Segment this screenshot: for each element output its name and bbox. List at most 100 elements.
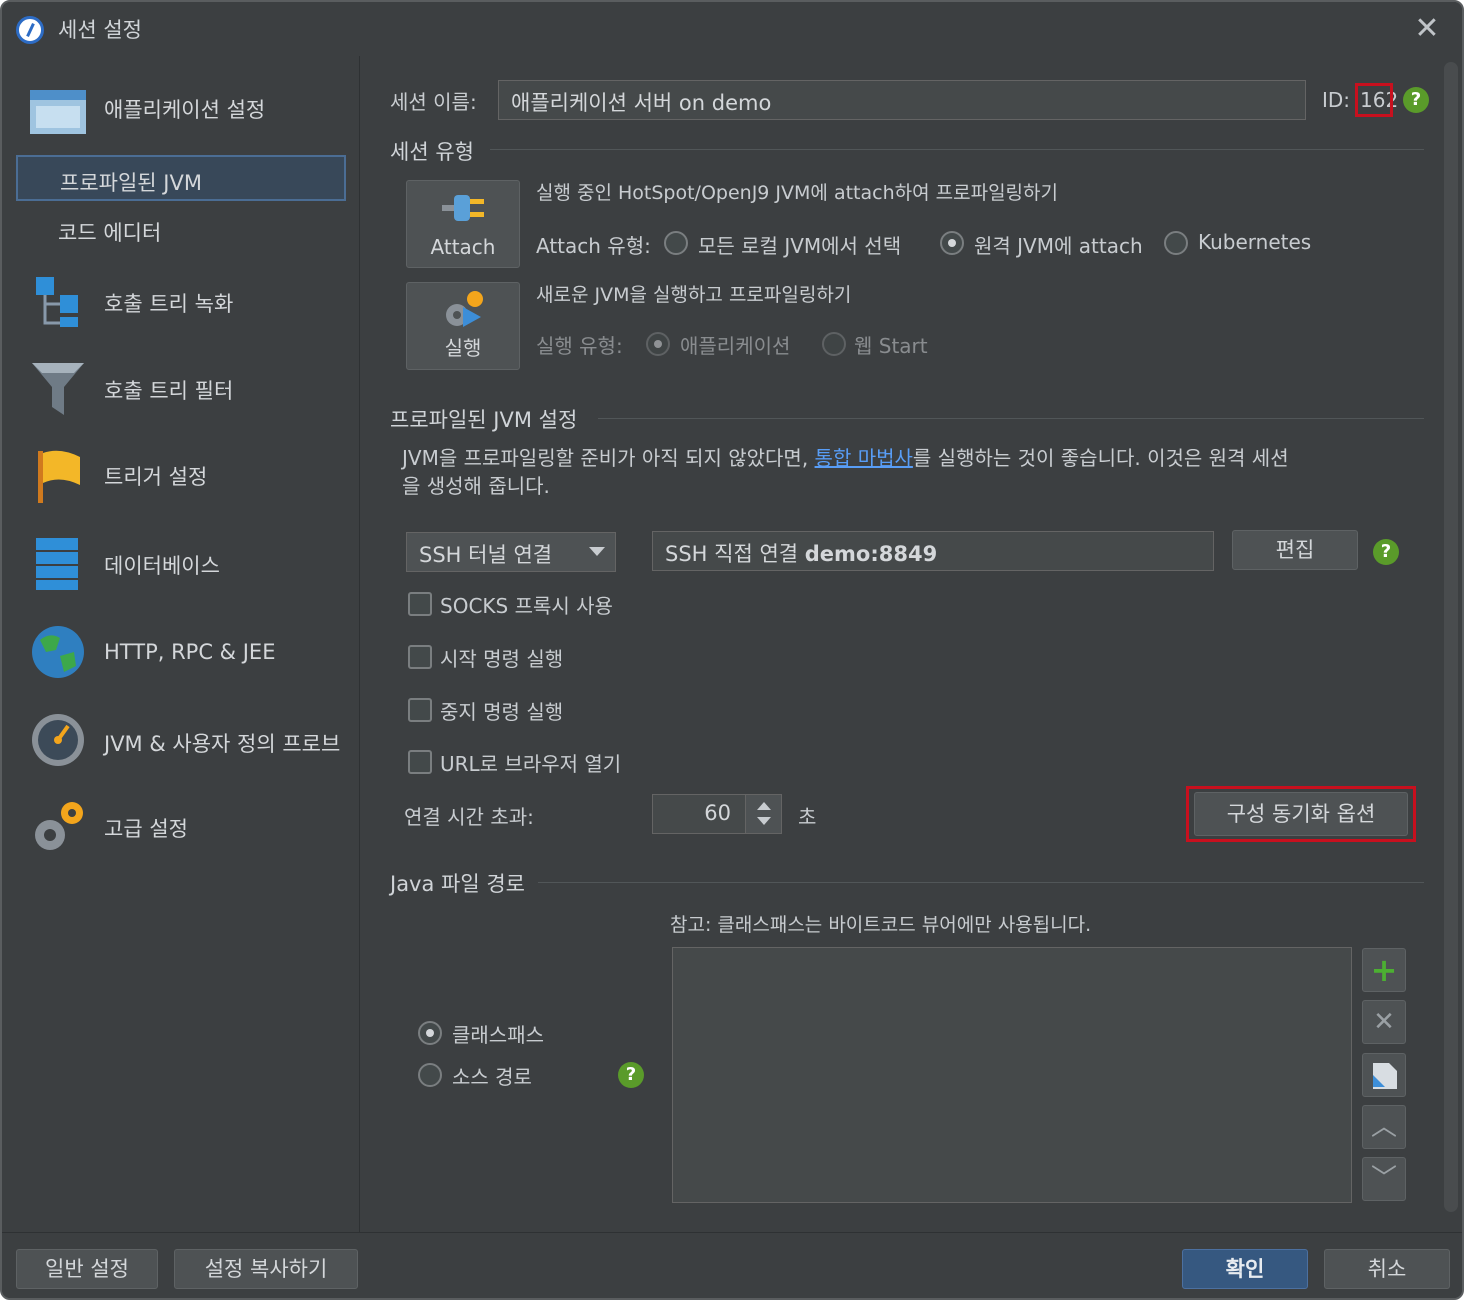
profiled-jvm-header: 프로파일된 JVM 설정	[390, 408, 578, 432]
radio-label: 원격 JVM에 attach	[974, 234, 1143, 258]
run-description: 새로운 JVM을 실행하고 프로파일링하기	[536, 284, 852, 306]
sidebar-item-advanced-settings[interactable]: 고급 설정	[2, 791, 360, 861]
socks-proxy-checkbox[interactable]	[408, 592, 432, 616]
checkbox-label: URL로 브라우저 열기	[440, 752, 622, 776]
radio-remote-jvm[interactable]	[940, 231, 964, 255]
checkbox-label: 시작 명령 실행	[440, 647, 564, 671]
sidebar-item-application-settings[interactable]: 애플리케이션 설정	[2, 76, 360, 146]
timeout-label: 연결 시간 초과:	[404, 805, 534, 829]
stop-command-checkbox[interactable]	[408, 698, 432, 722]
radio-label: 클래스패스	[452, 1023, 544, 1047]
help-icon[interactable]: ?	[1373, 539, 1399, 565]
edit-button[interactable]: 편집	[1232, 530, 1358, 570]
radio-label: 모든 로컬 JVM에서 선택	[698, 234, 902, 258]
connection-type-select[interactable]: SSH 터널 연결	[406, 532, 616, 572]
divider	[598, 418, 1424, 419]
path-list[interactable]	[672, 947, 1352, 1203]
radio-application	[646, 332, 670, 356]
title-bar: 세션 설정 ✕	[2, 2, 1462, 56]
sidebar-item-profiled-jvm[interactable]: 프로파일된 JVM	[16, 155, 346, 201]
sidebar-item-label: 호출 트리 녹화	[104, 292, 234, 316]
database-icon	[36, 538, 78, 590]
run-button-label: 실행	[444, 336, 482, 360]
radio-kubernetes[interactable]	[1164, 231, 1188, 255]
move-down-icon[interactable]: ﹀	[1362, 1157, 1406, 1201]
java-path-header: Java 파일 경로	[390, 872, 525, 896]
checkbox-label: SOCKS 프록시 사용	[440, 594, 613, 618]
globe-icon	[32, 626, 84, 678]
divider	[538, 882, 1424, 883]
sidebar-item-label: 트리거 설정	[104, 465, 208, 489]
window-title: 세션 설정	[58, 18, 142, 42]
attach-type-label: Attach 유형:	[536, 234, 651, 258]
edit-file-icon[interactable]	[1362, 1053, 1406, 1097]
sidebar-item-trigger-settings[interactable]: 트리거 설정	[2, 441, 360, 511]
connection-host: demo:8849	[804, 542, 938, 566]
app-window-icon	[30, 90, 86, 134]
config-sync-options-button[interactable]: 구성 동기화 옵션	[1194, 792, 1408, 836]
sidebar-item-label: 호출 트리 필터	[104, 379, 234, 403]
divider	[490, 149, 1424, 150]
sidebar-item-label: 프로파일된 JVM	[60, 171, 202, 195]
sidebar-item-label: 고급 설정	[104, 817, 188, 841]
session-id-label: ID:	[1322, 88, 1351, 112]
session-settings-dialog: 세션 설정 ✕ 애플리케이션 설정 프로파일된 JVM 코드 에디터 호출 트리…	[0, 0, 1464, 1300]
help-icon[interactable]: ?	[618, 1062, 644, 1088]
filter-icon	[32, 363, 84, 415]
attach-button[interactable]: Attach	[406, 180, 520, 268]
radio-all-local-jvms[interactable]	[664, 231, 688, 255]
sidebar-item-code-editor[interactable]: 코드 에디터	[16, 207, 346, 253]
flag-icon	[38, 450, 80, 503]
timeout-unit: 초	[798, 805, 817, 829]
close-icon[interactable]: ✕	[1410, 12, 1444, 46]
run-button[interactable]: 실행	[406, 282, 520, 370]
timeout-spinner[interactable]: 60	[652, 794, 782, 834]
attach-button-label: Attach	[430, 235, 496, 259]
copy-settings-button[interactable]: 설정 복사하기	[174, 1249, 358, 1289]
main-panel: 세션 이름: 애플리케이션 서버 on demo ID: 162 ? 세션 유형…	[362, 56, 1442, 1232]
sidebar-item-label: 데이터베이스	[104, 554, 220, 578]
radio-classpath[interactable]	[418, 1021, 442, 1045]
general-settings-button[interactable]: 일반 설정	[16, 1249, 158, 1289]
scrollbar[interactable]	[1444, 62, 1458, 1212]
sidebar-item-jvm-custom-probes[interactable]: JVM & 사용자 정의 프로브	[2, 704, 360, 774]
attach-description: 실행 중인 HotSpot/OpenJ9 JVM에 attach하여 프로파일링…	[536, 182, 1058, 204]
session-name-input[interactable]: 애플리케이션 서버 on demo	[498, 80, 1306, 120]
radio-web-start	[822, 332, 846, 356]
gears-icon	[35, 802, 83, 850]
help-icon[interactable]: ?	[1403, 87, 1429, 113]
radio-label: 소스 경로	[452, 1065, 532, 1089]
timeout-value: 60	[704, 801, 731, 825]
sidebar-item-http-rpc-jee[interactable]: HTTP, RPC & JEE	[2, 616, 360, 686]
session-type-header: 세션 유형	[390, 140, 474, 164]
hint-text-line2: 을 생성해 줍니다.	[402, 474, 550, 498]
run-gear-icon	[446, 291, 483, 327]
delete-icon[interactable]: ✕	[1362, 1000, 1406, 1044]
open-browser-checkbox[interactable]	[408, 750, 432, 774]
sidebar-item-database[interactable]: 데이터베이스	[2, 528, 360, 598]
spinner-arrows-icon[interactable]	[745, 795, 781, 833]
select-value: SSH 터널 연결	[419, 543, 553, 567]
sidebar-item-label: HTTP, RPC & JEE	[104, 640, 276, 664]
sidebar-item-label: JVM & 사용자 정의 프로브	[104, 732, 341, 756]
connection-value-field[interactable]: SSH 직접 연결 demo:8849	[652, 531, 1214, 571]
sidebar-item-call-tree-recording[interactable]: 호출 트리 녹화	[2, 266, 360, 336]
connection-prefix: SSH 직접 연결	[665, 542, 805, 566]
radio-source-path[interactable]	[418, 1063, 442, 1087]
call-tree-record-icon	[36, 277, 78, 327]
start-command-checkbox[interactable]	[408, 645, 432, 669]
gauge-icon	[32, 714, 84, 766]
radio-label: 웹 Start	[854, 334, 928, 358]
cancel-button[interactable]: 취소	[1324, 1249, 1450, 1289]
sidebar-item-call-tree-filter[interactable]: 호출 트리 필터	[2, 353, 360, 423]
plug-icon	[442, 195, 484, 221]
move-up-icon[interactable]: ︿	[1362, 1105, 1406, 1149]
radio-label: Kubernetes	[1198, 230, 1312, 254]
integration-wizard-link[interactable]: 통합 마법사	[815, 446, 913, 470]
sidebar-item-label: 코드 에디터	[58, 221, 162, 245]
radio-label: 애플리케이션	[680, 334, 791, 358]
checkbox-label: 중지 명령 실행	[440, 700, 564, 724]
ok-button[interactable]: 확인	[1182, 1249, 1308, 1289]
add-icon[interactable]: +	[1362, 948, 1406, 992]
chevron-down-icon	[589, 547, 605, 556]
